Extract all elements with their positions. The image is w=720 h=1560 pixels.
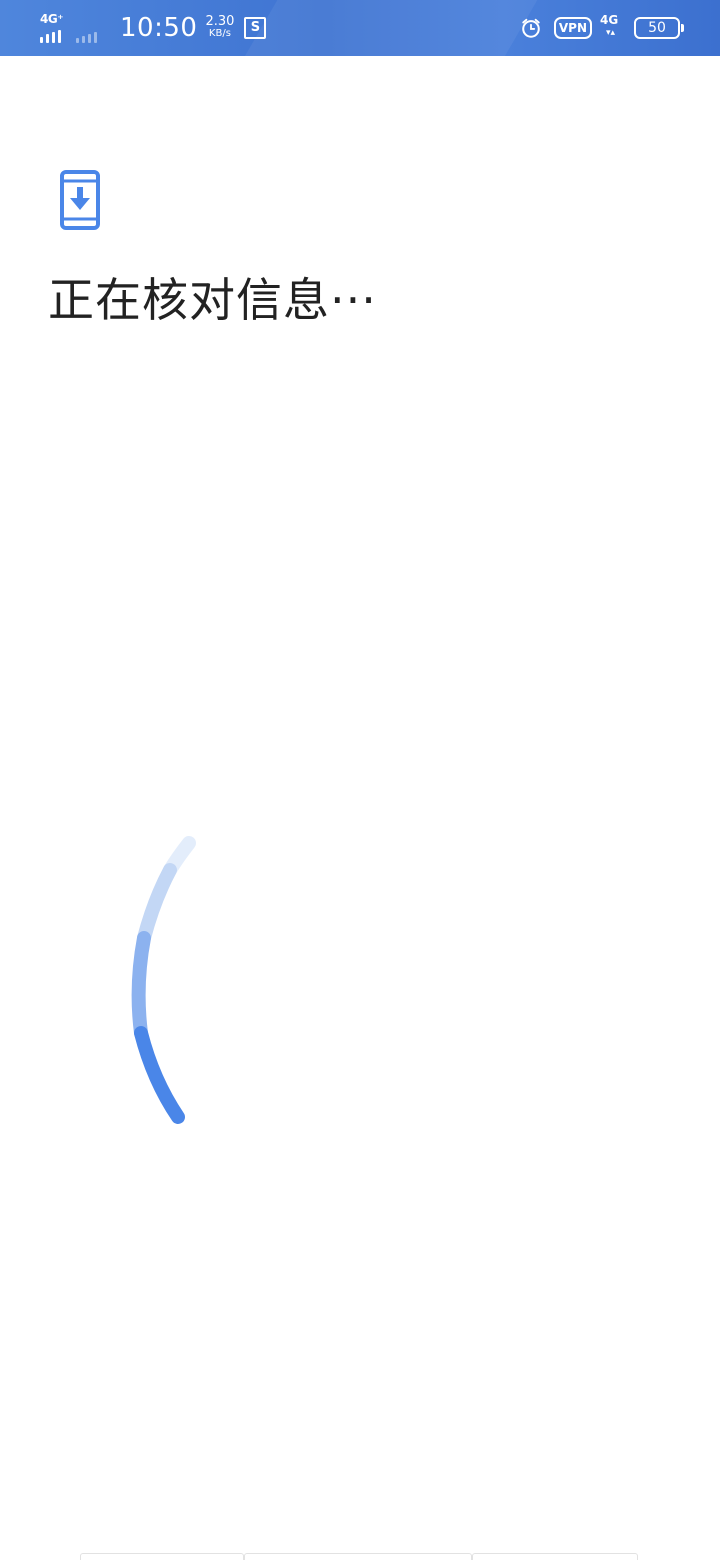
bottom-tab-edge: [244, 1553, 472, 1560]
battery-icon: 50: [634, 17, 684, 39]
status-bar: 4G⁺ 10:50 2.30 KB/s S VPN 4G ▾▴ 50: [0, 0, 720, 56]
vpn-badge: VPN: [553, 17, 592, 39]
network-speed-value: 2.30: [205, 14, 235, 29]
status-bar-left: 4G⁺ 10:50 2.30 KB/s S: [40, 0, 267, 56]
bottom-tab-edge: [472, 1553, 638, 1560]
battery-level: 50: [648, 20, 666, 36]
mobile-data-icon: 4G ▾▴: [600, 14, 626, 42]
phone-download-icon: [60, 170, 100, 230]
clock-time: 10:50: [120, 13, 198, 43]
loading-spinner: [131, 836, 196, 1124]
network-type-label: 4G⁺: [40, 12, 64, 26]
bottom-tab-edge: [80, 1553, 244, 1560]
alarm-icon: [522, 18, 540, 38]
signal-bars-secondary-icon: [76, 13, 106, 43]
mobile-data-arrows: ▾▴: [606, 28, 616, 38]
mobile-data-label: 4G: [600, 13, 619, 27]
network-speed-unit: KB/s: [208, 28, 231, 39]
network-speed: 2.30 KB/s: [205, 14, 235, 40]
bottom-tab-edges: [80, 1553, 640, 1560]
page-title: 正在核对信息···: [48, 273, 377, 327]
screen: 4G⁺ 10:50 2.30 KB/s S VPN 4G ▾▴ 50 正在核对信…: [0, 0, 720, 1560]
signal-bars-icon: 4G⁺: [40, 13, 72, 43]
screenshot-icon: S: [244, 17, 267, 39]
status-bar-right: VPN 4G ▾▴ 50: [520, 0, 684, 56]
